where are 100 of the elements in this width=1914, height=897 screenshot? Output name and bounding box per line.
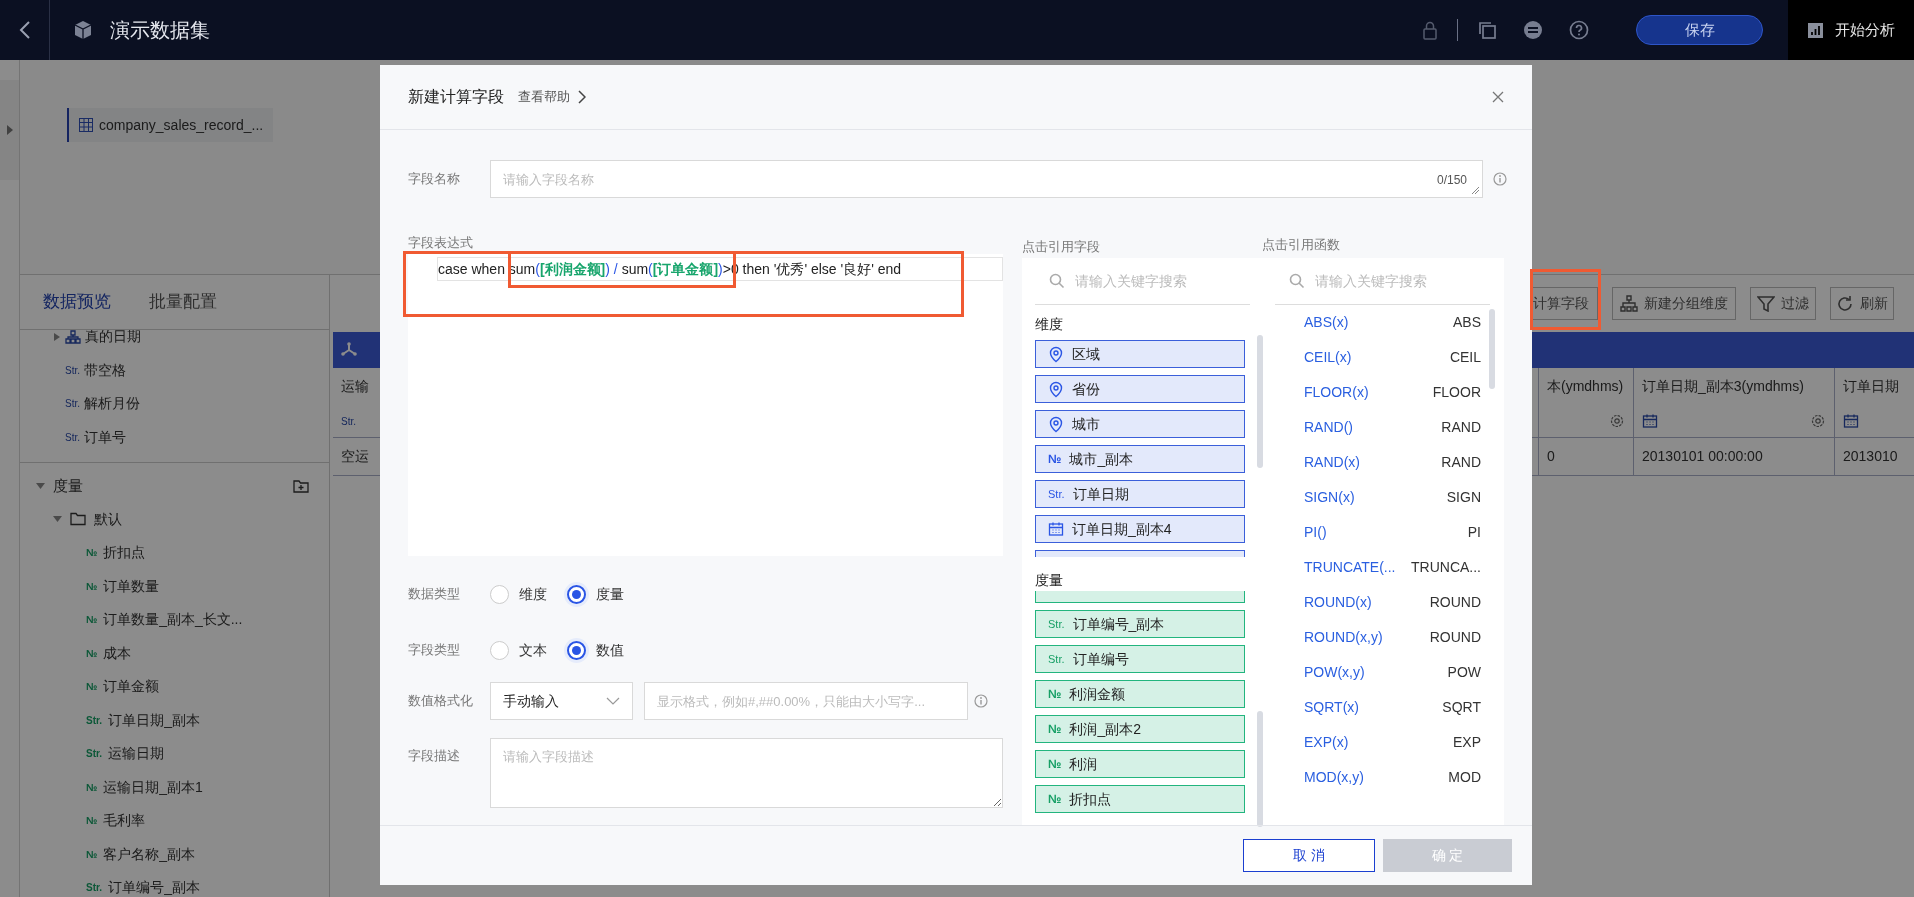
field-chip[interactable]: 区域	[1035, 340, 1245, 368]
field-chip[interactable]: 省份	[1035, 375, 1245, 403]
picker-title: 点击引用函数	[1262, 236, 1340, 254]
info-icon	[974, 694, 988, 708]
panel-handle[interactable]	[0, 80, 19, 180]
back-icon[interactable]	[18, 20, 31, 40]
toolbar-button[interactable]: 刷新	[1830, 287, 1894, 320]
tree-toggle-icon[interactable]	[36, 481, 45, 490]
type-label: Str.	[86, 713, 103, 728]
start-analysis-button[interactable]: 开始分析	[1788, 0, 1914, 60]
table-chip[interactable]: company_sales_record_...	[67, 108, 274, 142]
close-button[interactable]	[1492, 91, 1504, 103]
location-pin-icon	[1048, 415, 1064, 433]
search-field[interactable]: 请输入关键字搜索	[1313, 269, 1483, 293]
field-chip[interactable]	[1035, 591, 1245, 603]
save-button[interactable]: 保存	[1636, 15, 1763, 45]
format-dropdown[interactable]: 手动输入	[490, 682, 633, 720]
field-name: 运输日期_副本1	[103, 777, 203, 797]
scrollbar[interactable]	[1257, 711, 1263, 827]
type-label: Str.	[86, 747, 103, 762]
type-label: Str.	[1048, 616, 1065, 632]
format-input[interactable]: 显示格式，例如#,##0.00%，只能由大小写字...	[644, 682, 968, 720]
radio-option[interactable]: 文本	[490, 639, 547, 661]
type-label: Str.	[341, 415, 356, 429]
function-item[interactable]: SQRT(x) SQRT	[1292, 690, 1481, 725]
radio-option[interactable]: 数值	[567, 639, 624, 661]
field-name: 订单数量_副本_长文...	[103, 610, 243, 630]
type-label: №	[86, 646, 98, 661]
field-name: 带空格	[84, 360, 126, 380]
field-chip[interactable]: № 折扣点	[1035, 785, 1245, 813]
calendar-icon	[1843, 413, 1859, 429]
description-input[interactable]: 请输入字段描述	[490, 738, 1003, 808]
dimension-icon	[341, 342, 357, 358]
function-item[interactable]: SIGN(x) SIGN	[1292, 480, 1481, 515]
function-item[interactable]: ROUND(x) ROUND	[1292, 585, 1481, 620]
add-folder-icon[interactable]	[293, 478, 309, 493]
type-label: Str.	[65, 363, 80, 378]
settings-icon[interactable]	[1810, 413, 1826, 429]
type-label: №	[1048, 451, 1062, 468]
cube-icon	[72, 19, 94, 41]
toolbar-button[interactable]: 新建分组维度	[1612, 287, 1736, 320]
function-item[interactable]: POW(x,y) POW	[1292, 655, 1481, 690]
field-name: 成本	[103, 643, 132, 663]
settings-icon[interactable]	[1609, 413, 1625, 429]
field-label: 字段表达式	[408, 236, 473, 249]
field-chip[interactable]: № 利润金额	[1035, 680, 1245, 708]
field-name: 订单号	[84, 427, 126, 447]
field-chip[interactable]: Str. 订单编号_副本	[1035, 610, 1245, 638]
field-label: 数值格式化	[408, 692, 474, 711]
field-chip[interactable]: № 利润_副本2	[1035, 715, 1245, 743]
tree-toggle-icon[interactable]	[53, 332, 61, 341]
cancel-button[interactable]: 取 消	[1243, 839, 1375, 872]
function-item[interactable]: EXP(x) EXP	[1292, 725, 1481, 760]
function-item[interactable]: ROUND(x,y) ROUND	[1292, 620, 1481, 655]
lock-icon[interactable]	[1421, 20, 1439, 40]
help-link[interactable]: 查看帮助	[518, 87, 586, 107]
field-chip[interactable]: № 城市_副本	[1035, 445, 1245, 473]
table-cell: 2013010	[1835, 438, 1914, 476]
function-item[interactable]: TRUNCATE(... TRUNCA...	[1292, 550, 1481, 585]
help-icon[interactable]	[1569, 20, 1589, 40]
column-header: 运输	[341, 377, 369, 396]
field-name: 折扣点	[103, 543, 146, 563]
hierarchy-icon	[65, 330, 81, 344]
scrollbar[interactable]	[1257, 335, 1263, 469]
field-chip[interactable]	[1035, 550, 1245, 557]
function-item[interactable]: CEIL(x) CEIL	[1292, 340, 1481, 375]
info-icon	[1493, 172, 1507, 186]
dataset-title: 演示数据集	[110, 18, 210, 43]
field-chip[interactable]: Str. 订单编号	[1035, 645, 1245, 673]
radio-option[interactable]: 度量	[567, 583, 624, 605]
panel-tab[interactable]: 批量配置	[149, 289, 217, 315]
tree-toggle-icon[interactable]	[53, 515, 62, 524]
field-chip[interactable]: 订单日期_副本4	[1035, 515, 1245, 543]
search-field[interactable]: 请输入关键字搜索	[1073, 269, 1243, 293]
folder-icon	[70, 512, 86, 527]
function-item[interactable]: MOD(x,y) MOD	[1292, 760, 1481, 795]
close-icon	[1492, 91, 1504, 103]
location-pin-icon	[1048, 345, 1064, 363]
function-item[interactable]: FLOOR(x) FLOOR	[1292, 375, 1481, 410]
type-label: Str.	[1048, 486, 1065, 502]
type-label: №	[86, 613, 98, 628]
panel-tab[interactable]: 数据预览	[43, 289, 111, 315]
toolbar-button[interactable]: 过滤	[1750, 287, 1816, 320]
function-item[interactable]: RAND(x) RAND	[1292, 445, 1481, 480]
type-label: Str.	[65, 397, 80, 412]
function-item[interactable]: ABS(x) ABS	[1292, 305, 1481, 340]
search-icon	[1289, 273, 1305, 289]
field-chip[interactable]: Str. 订单日期	[1035, 480, 1245, 508]
field-chip[interactable]: 城市	[1035, 410, 1245, 438]
copy-icon[interactable]	[1477, 20, 1497, 40]
chevron-down-icon	[606, 697, 620, 705]
field-chip[interactable]: № 利润	[1035, 750, 1245, 778]
function-item[interactable]: RAND() RAND	[1292, 410, 1481, 445]
type-label: №	[86, 814, 98, 829]
type-label: №	[86, 680, 98, 695]
function-item[interactable]: PI() PI	[1292, 515, 1481, 550]
radio-option[interactable]: 维度	[490, 583, 547, 605]
refresh-icon	[1836, 295, 1854, 312]
calendar-icon	[1642, 413, 1658, 429]
scrollbar[interactable]	[1489, 309, 1495, 389]
